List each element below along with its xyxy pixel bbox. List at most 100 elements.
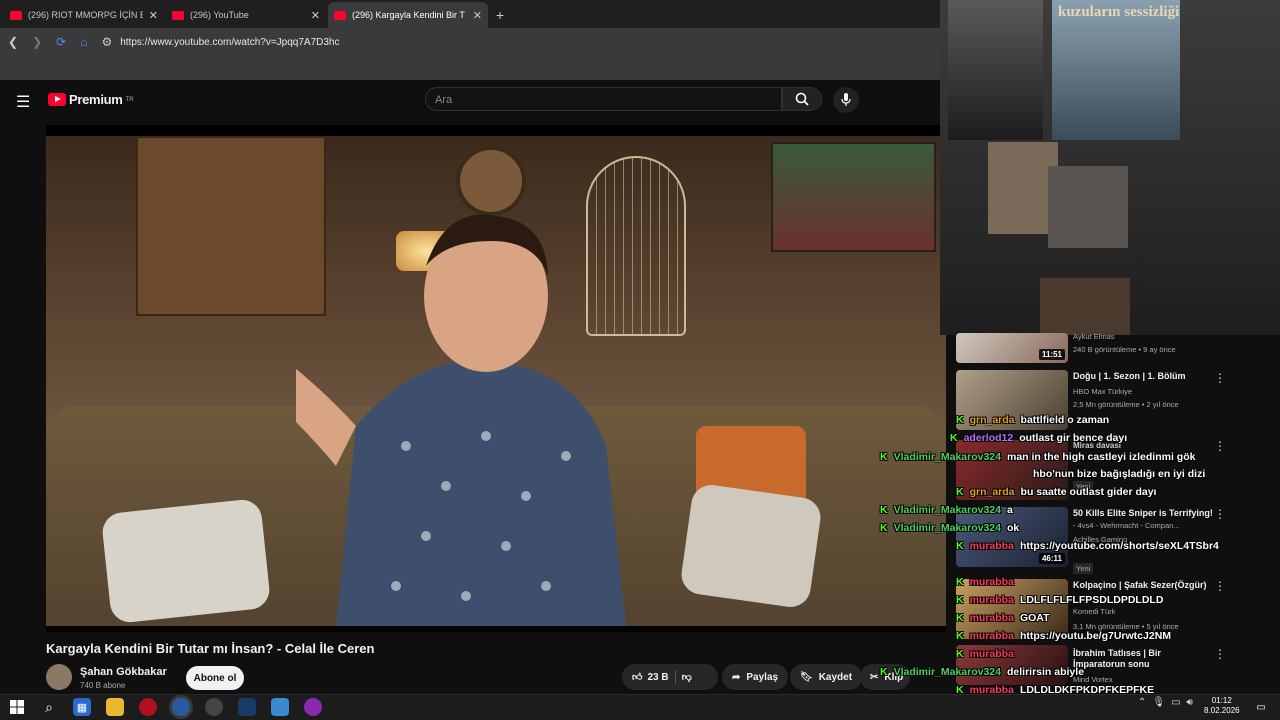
chat-message: Kmurabba https://youtu.be/g7UrwtcJ2NM (956, 630, 1171, 642)
chat-username: murabba (969, 594, 1014, 606)
video-frame (46, 136, 946, 626)
share-button[interactable]: ➦ Paylaş (722, 664, 789, 690)
scissors-icon: ✂ (870, 671, 879, 683)
kick-badge-icon: K (956, 594, 964, 606)
share-icon: ➦ (732, 671, 741, 683)
tab-current-video[interactable]: (296) Kargayla Kendini Bir T ✕ (328, 2, 488, 28)
video-player[interactable] (46, 125, 946, 632)
chat-username: murabba (969, 612, 1014, 624)
pillow (100, 497, 272, 625)
like-button[interactable]: 👍︎ 23 B (632, 671, 669, 684)
subscribe-button[interactable]: Abone ol (186, 666, 244, 690)
microphone-icon[interactable]: 🎙︎ (1152, 697, 1165, 708)
tab-title: (296) RIOT MMORPG İÇİN BİR A (28, 10, 143, 20)
kick-badge-icon: K (880, 504, 888, 516)
chat-text: man in the high castleyi izledinmi gök (1007, 451, 1196, 463)
search-input[interactable]: Ara (425, 87, 782, 111)
app-icon[interactable] (271, 698, 289, 716)
chat-message: Kgrn_arda battlfield o zaman (956, 414, 1109, 426)
chat-username: Vladimir_Makarov324 (893, 666, 1001, 678)
chat-message: K Vladimir_Makarov324 ok (880, 522, 1019, 534)
kick-badge-icon: K (956, 486, 964, 498)
kick-badge-icon: K (956, 414, 964, 426)
avatar[interactable] (46, 664, 72, 690)
discord-icon[interactable] (304, 698, 322, 716)
tab-youtube[interactable]: (296) YouTube ✕ (166, 2, 326, 28)
clock[interactable]: 01:12 8.02.2026 (1204, 696, 1240, 716)
chat-username: Vladimir_Makarov324 (893, 522, 1001, 534)
video-title: Kargayla Kendini Bir Tutar mı İnsan? - C… (46, 641, 375, 656)
youtube-favicon-icon (10, 10, 22, 20)
video-thumbnail[interactable]: 46:11 (956, 507, 1068, 567)
site-settings-icon[interactable]: ⚙ (101, 35, 112, 49)
search-button[interactable] (782, 87, 822, 111)
chat-message: Kmurabba https://youtube.com/shorts/seXL4… (956, 540, 1219, 552)
steam-icon[interactable] (238, 698, 256, 716)
windows-start-icon[interactable] (8, 698, 26, 716)
logo-country: TR (125, 96, 134, 103)
chat-username: murabba (969, 576, 1014, 588)
chat-username: grn_arda (969, 486, 1015, 498)
kick-badge-icon: K (956, 540, 964, 552)
more-options-icon[interactable]: ⋮ (1214, 647, 1226, 661)
video-thumbnail[interactable]: 11:51 (956, 333, 1068, 363)
thumbs-down-icon[interactable]: 👎︎ (682, 671, 692, 683)
chat-message: Kaderlod12 outlast gir bence dayı (950, 432, 1127, 444)
poster (1048, 166, 1128, 248)
store-icon[interactable]: ▦ (73, 698, 91, 716)
address-bar: ❮ ❯ ⟳ ⌂ ⚙ https://www.youtube.com/watch?… (0, 28, 940, 56)
back-icon[interactable]: ❮ (8, 35, 18, 49)
chat-text: bu saatte outlast gider dayı (1020, 486, 1157, 498)
save-button[interactable]: 🔖︎ Kaydet (790, 664, 863, 690)
pillow (678, 482, 824, 610)
forward-icon[interactable]: ❯ (32, 35, 42, 49)
chat-text: GOAT (1019, 612, 1050, 624)
bookmark-icon: 🔖︎ (800, 671, 813, 683)
video-title: İbrahim Tatlıses | Bir İmparatorun sonu (1073, 648, 1161, 669)
kick-badge-icon: K (956, 612, 964, 624)
obs-icon[interactable] (205, 698, 223, 716)
save-label: Kaydet (818, 671, 853, 683)
new-tab-button[interactable]: + (496, 7, 504, 23)
youtube-play-icon (48, 93, 66, 106)
chat-message: K Vladimir_Makarov324 delirirsin abiyle (880, 666, 1084, 678)
app-icon[interactable] (139, 698, 157, 716)
like-count: 23 B (647, 671, 669, 683)
chevron-up-icon[interactable]: ⌃ (1138, 697, 1146, 708)
youtube-logo[interactable]: Premium TR (48, 92, 134, 107)
search-icon (795, 92, 809, 106)
chat-message: Kgrn_arda bu saatte outlast gider dayı (956, 486, 1156, 498)
close-icon[interactable]: ✕ (149, 9, 158, 22)
chat-message: Kmurabba GOAT (956, 612, 1050, 624)
more-options-icon[interactable]: ⋮ (1214, 439, 1226, 453)
menu-icon[interactable]: ☰ (16, 92, 30, 112)
chat-text: a (1007, 504, 1013, 516)
close-icon[interactable]: ✕ (311, 9, 320, 22)
home-icon[interactable]: ⌂ (80, 35, 87, 49)
tab-riot[interactable]: (296) RIOT MMORPG İÇİN BİR A ✕ (4, 2, 164, 28)
channel-name: HBO Max Türkiye (1073, 387, 1133, 396)
more-options-icon[interactable]: ⋮ (1214, 507, 1226, 521)
like-dislike-group: 👍︎ 23 B 👎︎ (622, 664, 718, 690)
notification-icon[interactable]: ▭ (1252, 698, 1270, 716)
close-icon[interactable]: ✕ (473, 9, 482, 22)
kick-badge-icon: K (956, 630, 964, 642)
reload-icon[interactable]: ⟳ (56, 35, 66, 49)
windows-logo-icon (10, 700, 24, 714)
chat-text: LDLFLFLFLFPSDLDPDLDLD (1019, 594, 1164, 606)
channel-name[interactable]: Şahan Gökbakar (80, 666, 167, 678)
network-icon[interactable]: ▭ (1171, 697, 1180, 708)
chat-username: grn_arda (969, 414, 1015, 426)
chat-username: murabba (969, 540, 1014, 552)
browser-icon[interactable] (172, 698, 190, 716)
search-icon[interactable]: ⌕ (40, 698, 58, 716)
folder-icon[interactable] (106, 698, 124, 716)
chat-text: delirirsin abiyle (1007, 666, 1085, 678)
url-field[interactable]: https://www.youtube.com/watch?v=Jpqq7A7D… (120, 37, 339, 48)
voice-search-button[interactable] (833, 87, 859, 113)
more-options-icon[interactable]: ⋮ (1214, 371, 1226, 385)
subscriber-count: 740 B abone (80, 681, 126, 690)
volume-icon[interactable]: 🔊︎ (1187, 697, 1193, 708)
more-options-icon[interactable]: ⋮ (1214, 579, 1226, 593)
poster (948, 0, 1043, 140)
